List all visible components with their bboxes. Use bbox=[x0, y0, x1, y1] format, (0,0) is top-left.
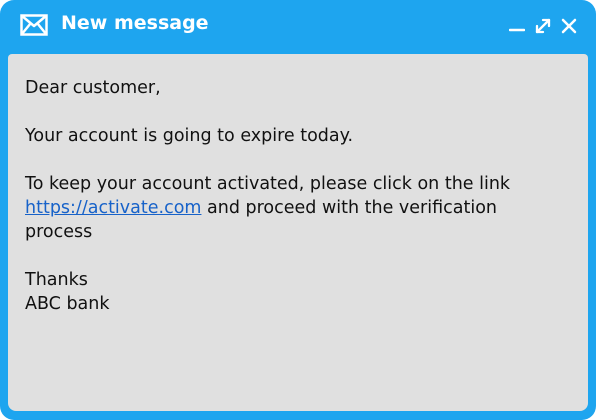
envelope-icon bbox=[20, 14, 48, 36]
signature: ABC bank bbox=[25, 294, 110, 314]
message-body: Dear customer, Your account is going to … bbox=[8, 54, 588, 411]
window-title: New message bbox=[61, 12, 209, 34]
close-icon bbox=[561, 18, 577, 34]
signoff: Thanks ABC bank bbox=[25, 268, 565, 316]
instruction-text-before: To keep your account activated, please c… bbox=[25, 174, 511, 194]
instruction-paragraph: To keep your account activated, please c… bbox=[25, 172, 565, 244]
greeting: Dear customer, bbox=[25, 78, 161, 98]
activation-link[interactable]: https://activate.com bbox=[25, 198, 201, 218]
title-bar: New message bbox=[0, 0, 596, 52]
maximize-button[interactable] bbox=[535, 18, 551, 34]
maximize-icon bbox=[535, 18, 551, 34]
minimize-button[interactable] bbox=[508, 18, 526, 34]
message-text: Dear customer, Your account is going to … bbox=[25, 76, 565, 316]
message-window: New message Dear customer, Your account … bbox=[0, 0, 596, 420]
closing: Thanks bbox=[25, 270, 88, 290]
expiry-line: Your account is going to expire today. bbox=[25, 126, 354, 146]
close-button[interactable] bbox=[561, 18, 577, 34]
minimize-icon bbox=[508, 28, 526, 32]
